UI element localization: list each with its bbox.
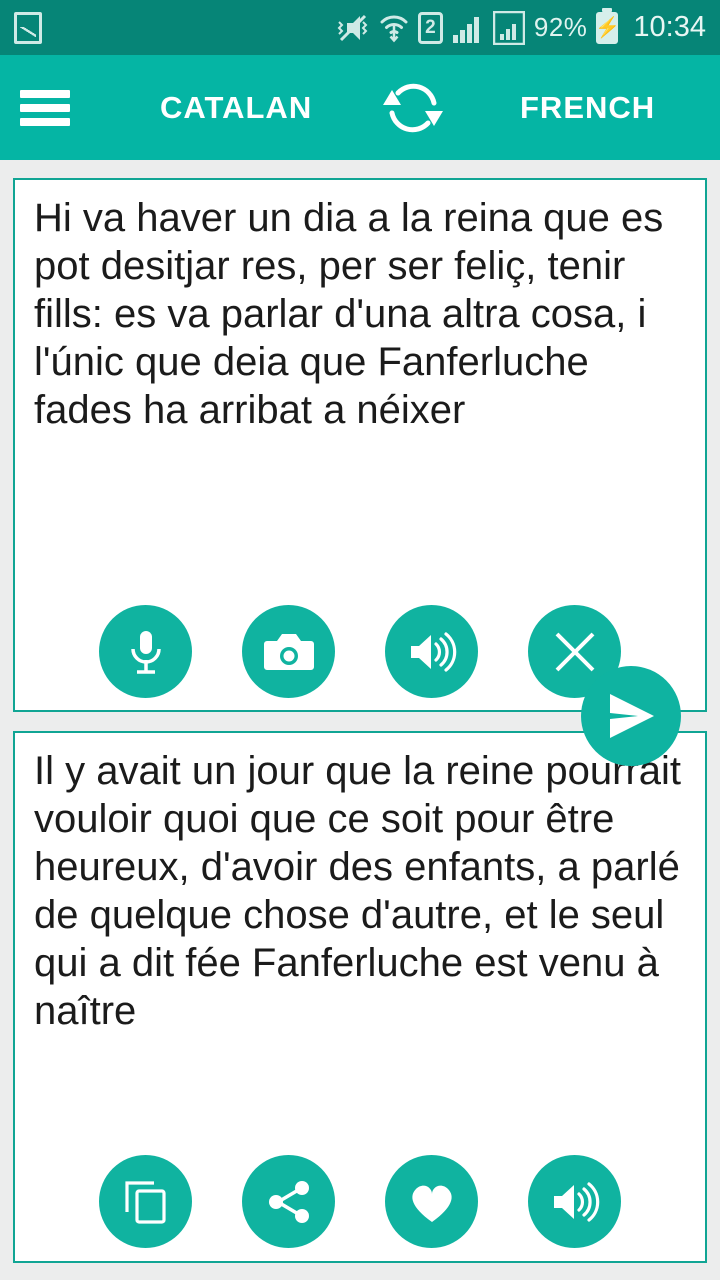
- speak-source-button[interactable]: [385, 605, 478, 698]
- app-header: CATALAN FRENCH: [0, 55, 720, 160]
- battery-percent: 92%: [533, 12, 588, 42]
- swap-languages-icon[interactable]: [378, 77, 448, 139]
- microphone-icon: [123, 627, 169, 677]
- copy-icon: [123, 1178, 169, 1226]
- vibrate-mute-icon: [336, 12, 370, 44]
- gallery-icon: [14, 11, 42, 44]
- burger-line: [20, 117, 70, 126]
- sim-label: 2: [425, 17, 436, 38]
- wifi-icon: [379, 12, 409, 44]
- target-text[interactable]: Il y avait un jour que la reine pourrait…: [34, 747, 689, 1035]
- signal-bars-2-icon: [492, 10, 525, 45]
- send-icon: [602, 690, 660, 742]
- microphone-button[interactable]: [99, 605, 192, 698]
- app-root: 2 92% ⚡ 10:34 CATALAN FRENCH Hi va haver…: [0, 0, 720, 1280]
- speaker-icon: [407, 630, 457, 674]
- source-text[interactable]: Hi va haver un dia a la reina que es pot…: [34, 194, 689, 434]
- translate-button[interactable]: [581, 666, 681, 766]
- status-bar-right: 2 92% ⚡ 10:34: [336, 10, 706, 45]
- target-action-row: [0, 1155, 720, 1248]
- share-button[interactable]: [242, 1155, 335, 1248]
- camera-button[interactable]: [242, 605, 335, 698]
- source-language-selector[interactable]: CATALAN: [160, 90, 312, 126]
- favorite-button[interactable]: [385, 1155, 478, 1248]
- close-icon: [552, 629, 598, 675]
- hamburger-menu-icon[interactable]: [20, 89, 70, 126]
- sim2-icon: 2: [417, 11, 443, 44]
- clock: 10:34: [633, 11, 706, 43]
- status-bar-left: [14, 11, 42, 44]
- speak-target-button[interactable]: [528, 1155, 621, 1248]
- camera-icon: [263, 631, 315, 673]
- share-icon: [265, 1178, 313, 1226]
- target-language-selector[interactable]: FRENCH: [520, 90, 655, 126]
- signal-bars-icon: [452, 12, 484, 44]
- speaker-icon: [550, 1180, 600, 1224]
- copy-button[interactable]: [99, 1155, 192, 1248]
- status-bar: 2 92% ⚡ 10:34: [0, 0, 720, 55]
- bolt-glyph: ⚡: [594, 16, 620, 39]
- battery-charging-icon: ⚡: [594, 11, 620, 44]
- burger-line: [20, 103, 70, 112]
- heart-icon: [407, 1179, 457, 1225]
- burger-line: [20, 89, 70, 98]
